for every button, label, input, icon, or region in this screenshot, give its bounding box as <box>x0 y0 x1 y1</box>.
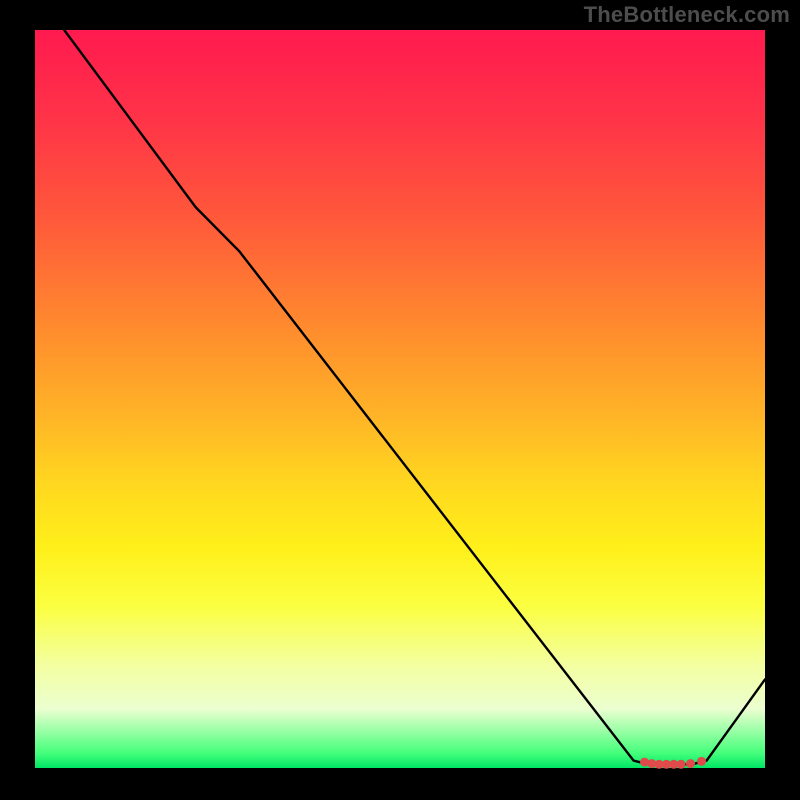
marker-point <box>686 759 695 768</box>
line-chart-svg <box>35 30 765 768</box>
watermark-text: TheBottleneck.com <box>584 2 790 28</box>
plot-area <box>35 30 765 768</box>
main-curve <box>64 30 765 764</box>
marker-point <box>697 757 706 766</box>
marker-point <box>677 760 686 769</box>
chart-frame: TheBottleneck.com <box>0 0 800 800</box>
